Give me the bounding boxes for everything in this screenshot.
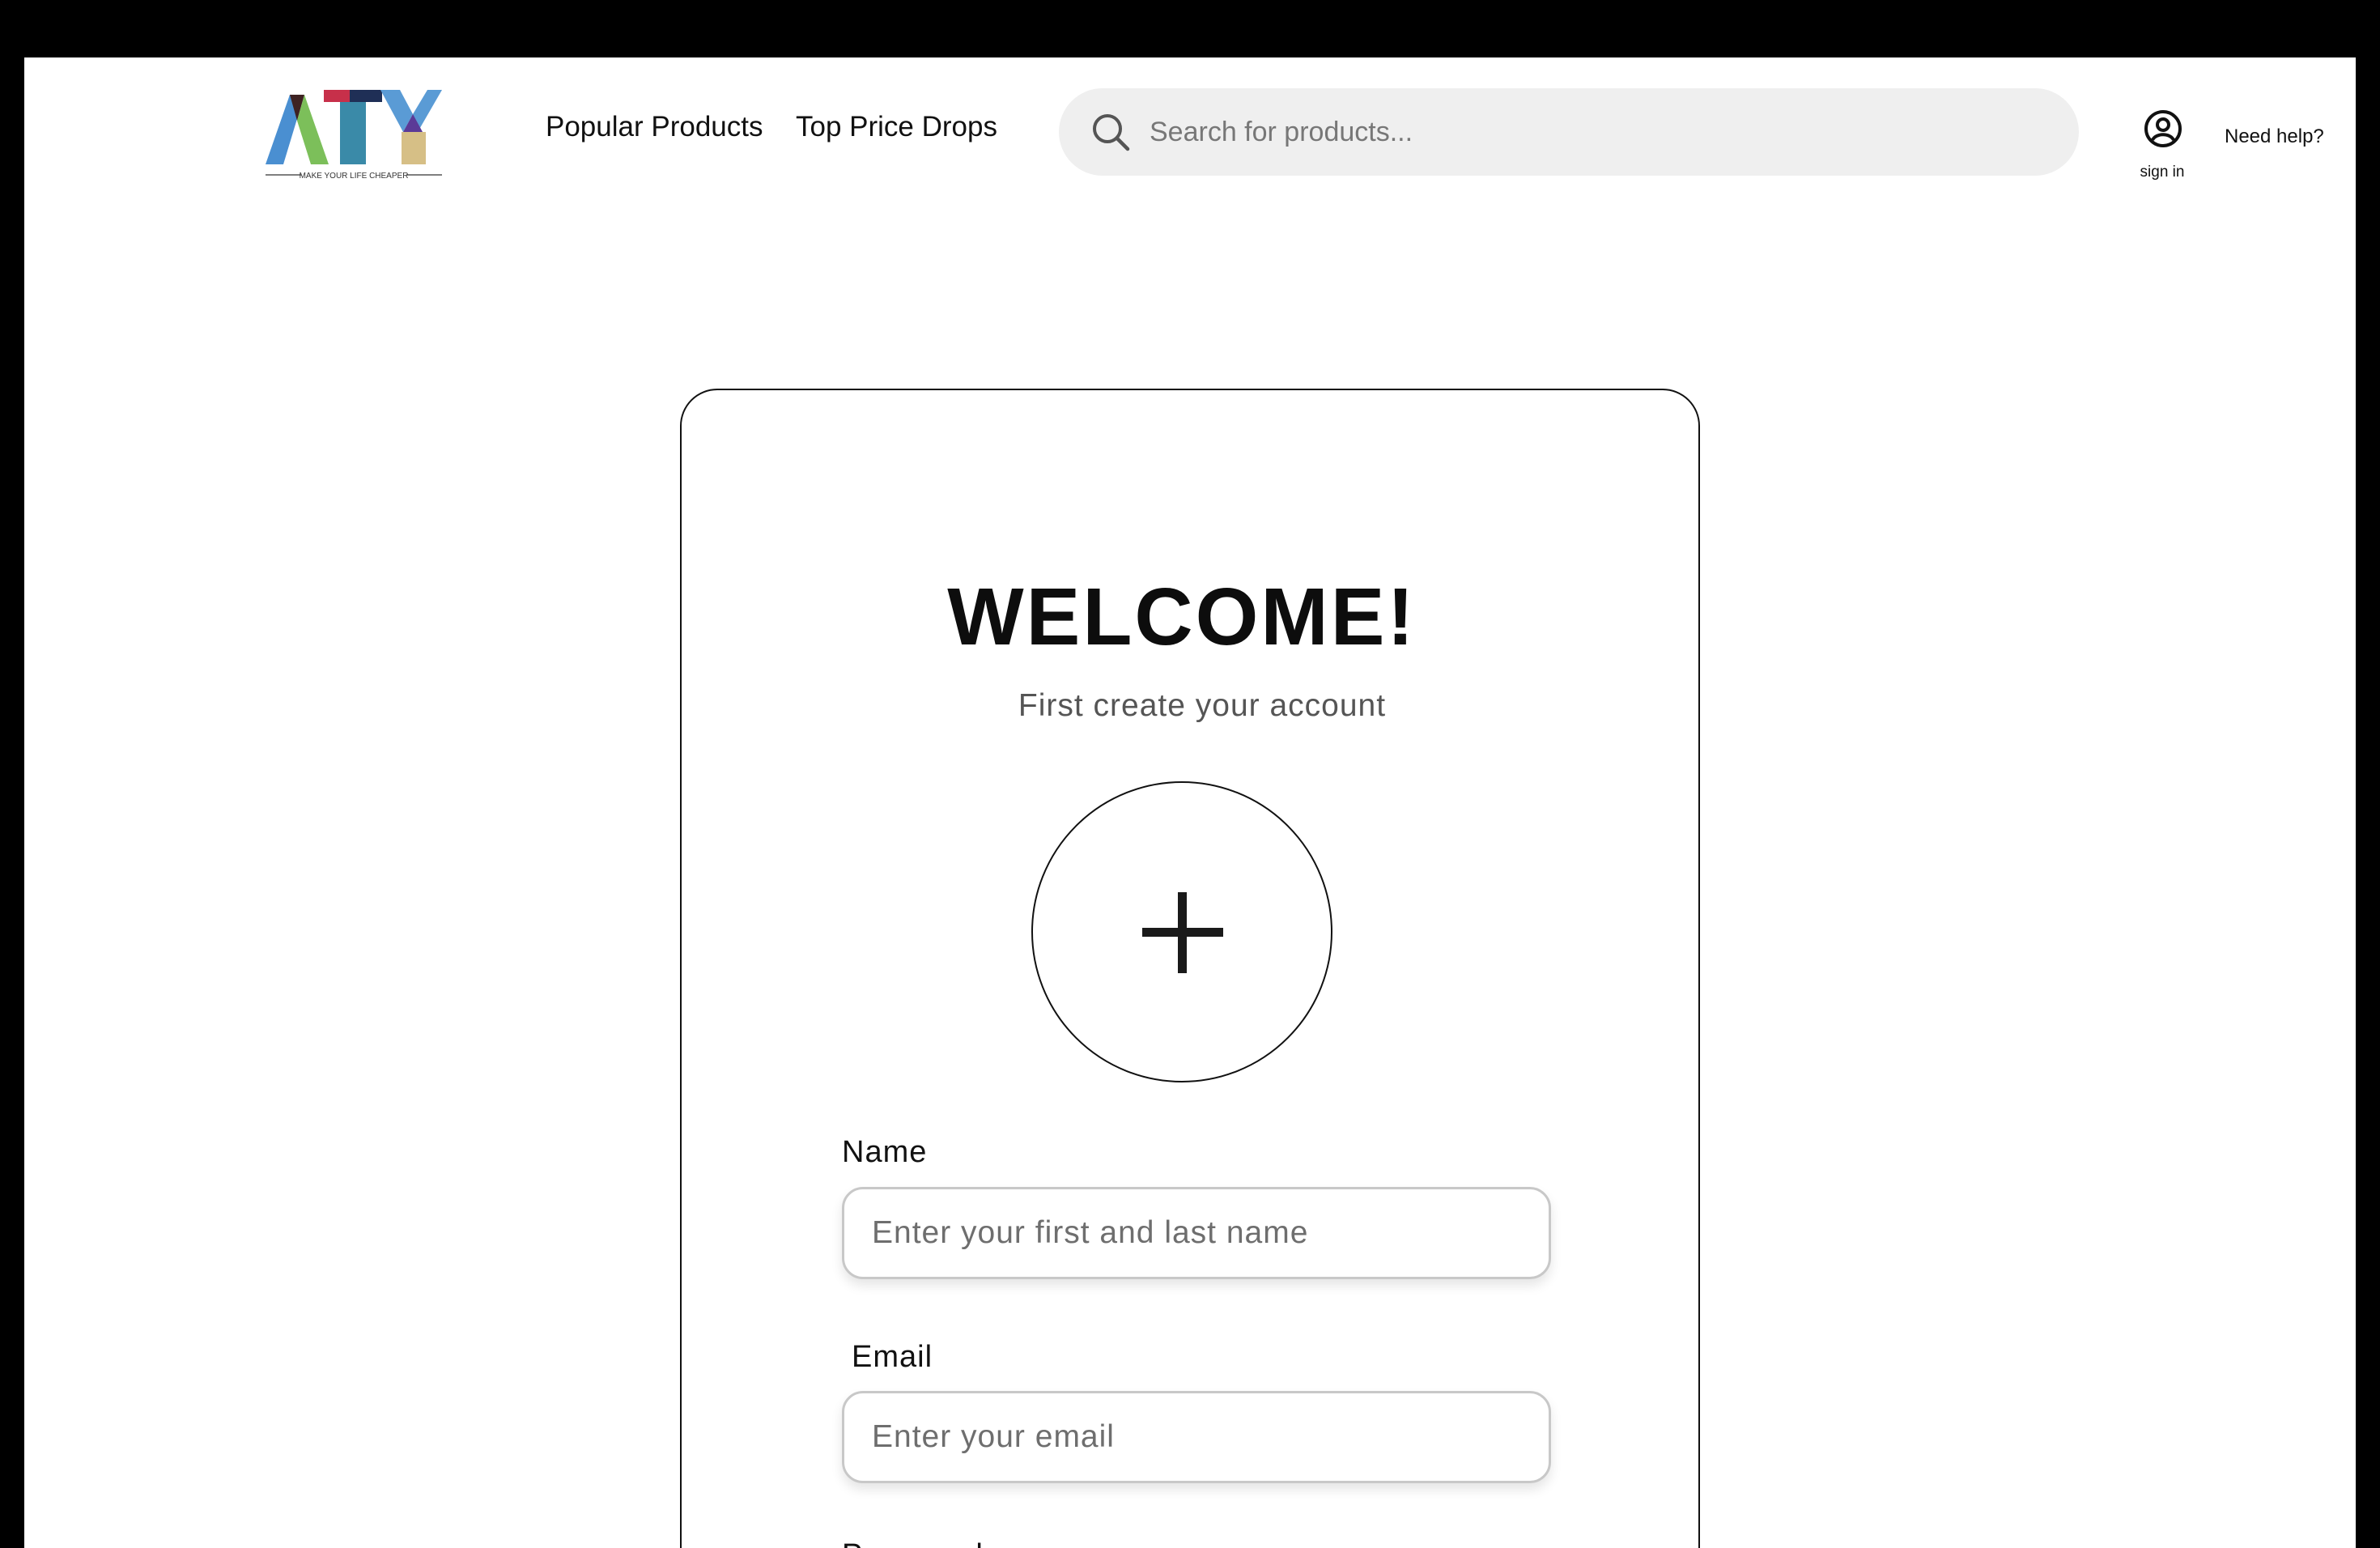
email-label: Email <box>852 1340 933 1374</box>
page-title: WELCOME! <box>947 572 1417 662</box>
password-label: Password <box>842 1540 984 1548</box>
sign-in-label: sign in <box>2140 164 2185 181</box>
logo-tagline: MAKE YOUR LIFE CHEAPER <box>300 172 409 181</box>
signup-page: MAKE YOUR LIFE CHEAPER Popular Products … <box>24 57 2356 1548</box>
logo-t-stem <box>340 102 366 164</box>
user-circle-icon <box>2144 110 2182 147</box>
nav-top-price-drops[interactable]: Top Price Drops <box>796 113 997 141</box>
logo-t-bar-right <box>350 90 382 102</box>
search-input[interactable] <box>1150 88 2048 176</box>
search-icon[interactable] <box>1090 111 1132 153</box>
logo-y-stem <box>402 132 426 164</box>
name-label: Name <box>842 1135 928 1169</box>
signup-card: WELCOME! First create your account Name … <box>680 389 1700 1548</box>
search-bar[interactable] <box>1059 88 2079 176</box>
logo-t-bar-left <box>324 90 350 102</box>
page-subtitle: First create your account <box>1018 688 1387 723</box>
plus-icon <box>1142 892 1223 973</box>
need-help-link[interactable]: Need help? <box>2225 127 2324 147</box>
name-field[interactable] <box>842 1187 1551 1279</box>
logo-mark-icon: MAKE YOUR LIFE CHEAPER <box>266 90 442 181</box>
aty-logo[interactable]: MAKE YOUR LIFE CHEAPER <box>266 90 442 187</box>
logo-a-right-stroke <box>297 95 329 164</box>
email-field[interactable] <box>842 1391 1551 1483</box>
avatar-upload-button[interactable] <box>1031 781 1332 1082</box>
nav-popular-products[interactable]: Popular Products <box>546 113 763 141</box>
sign-in-button[interactable]: sign in <box>2129 109 2195 185</box>
